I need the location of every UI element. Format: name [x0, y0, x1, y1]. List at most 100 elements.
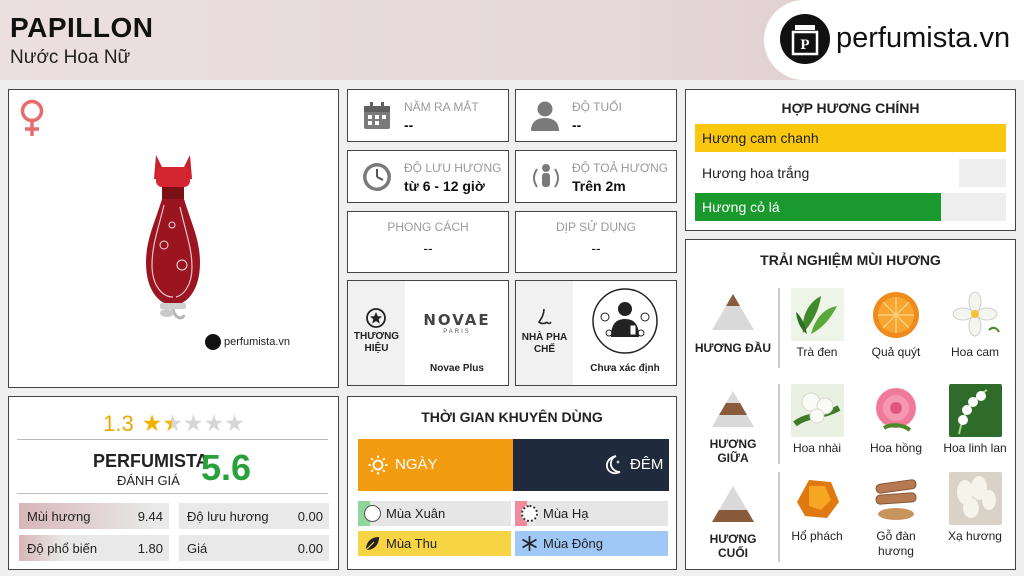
brand-label-area: THƯƠNG HIỆU: [348, 281, 405, 385]
note-label: Hổ phách: [791, 529, 843, 543]
occasion-value: --: [591, 240, 601, 256]
brand-logo[interactable]: P perfumista.vn: [764, 0, 1024, 80]
mandarin-image: [870, 288, 923, 341]
header: PAPILLON Nước Hoa Nữ P perfumista.vn: [0, 0, 1024, 80]
note-label: Quả quýt: [871, 345, 921, 359]
metric-label: Giá: [187, 541, 208, 556]
page-subtitle: Nước Hoa Nữ: [10, 47, 131, 68]
sun-icon: [368, 455, 388, 480]
moon-icon: [601, 454, 623, 481]
metric-value: 9.44: [137, 509, 163, 524]
metric-label: Độ phổ biến: [27, 541, 98, 556]
rose-image: [870, 384, 923, 437]
metric-value: 0.00: [297, 509, 323, 524]
metric-value: 0.00: [297, 541, 323, 556]
pyramid-base-icon: [710, 484, 756, 529]
main-accords-panel: HỢP HƯƠNG CHÍNH Hương cam chanh Hương ho…: [685, 89, 1016, 231]
perfumista-sublabel: ĐÁNH GIÁ: [117, 473, 180, 488]
perfumista-small-icon: [205, 334, 221, 350]
black-tea-image: [791, 288, 844, 341]
watermark: perfumista.vn: [205, 334, 290, 350]
sillage-icon: [530, 161, 562, 198]
perfumer-label: NHÀ PHA CHẾ: [521, 332, 568, 355]
notes-title: TRẢI NGHIỆM MÙI HƯƠNG: [760, 252, 941, 268]
perfume-bottle-logo-icon: P: [780, 14, 830, 64]
jasmine-image: [791, 384, 844, 437]
sillage-title: ĐỘ TOẢ HƯƠNG: [572, 161, 669, 175]
style-title: PHONG CÁCH: [387, 220, 469, 234]
launch-year-card: NĂM RA MẮT --: [347, 89, 509, 142]
note-label: Xạ hương: [948, 529, 1002, 543]
amber-image: [791, 472, 844, 525]
perfumer-card[interactable]: NHÀ PHA CHẾ Chưa xác định: [515, 280, 677, 386]
metric-label: Mùi hương: [27, 509, 91, 524]
age-title: ĐỘ TUỔI: [572, 100, 622, 114]
logo-text: perfumista.vn: [836, 22, 1011, 54]
star-icon[interactable]: ★: [183, 410, 204, 436]
note-label: Hoa cam: [950, 345, 1000, 359]
night-segment: ĐÊM: [513, 439, 669, 491]
launch-year-value: --: [404, 117, 414, 133]
season-autumn: Mùa Thu: [358, 531, 511, 556]
day-label: NGÀY: [395, 456, 438, 473]
snowflake-icon: [521, 535, 538, 552]
star-badge-icon: [366, 308, 386, 333]
accord-label: Hương cam chanh: [702, 130, 819, 146]
star-rating[interactable]: ★★★★★: [142, 412, 245, 436]
season-spring: Mùa Xuân: [358, 501, 511, 526]
accords-title: HỢP HƯƠNG CHÍNH: [781, 100, 920, 116]
page-title: PAPILLON: [10, 12, 154, 43]
season-label: Mùa Xuân: [386, 506, 446, 521]
user-rating[interactable]: 1.3 ★★★★★: [9, 411, 339, 437]
perfumista-label: PERFUMISTA: [93, 451, 209, 471]
season-label: Mùa Đông: [543, 536, 603, 551]
season-label: Mùa Thu: [386, 536, 438, 551]
star-icon[interactable]: ★: [224, 410, 245, 436]
divider: [17, 493, 328, 494]
launch-year-title: NĂM RA MẮT: [404, 100, 479, 114]
season-label: Mùa Hạ: [543, 506, 589, 521]
brand-card[interactable]: THƯƠNG HIỆU NOVAE PARIS Novae Plus: [347, 280, 509, 386]
sandalwood-image: [870, 472, 923, 525]
metric-bar: Mùi hương 9.44: [19, 503, 169, 529]
note-label: Trà đen: [796, 345, 838, 359]
brand-logo-image: NOVAE PARIS: [405, 283, 509, 357]
lily-of-the-valley-image: [949, 384, 1002, 437]
spring-flower-icon: [364, 505, 381, 522]
perfumer-label-area: NHÀ PHA CHẾ: [516, 281, 573, 385]
tier-label: HƯƠNG ĐẦU: [694, 341, 772, 355]
metric-bar: Độ lưu hương 0.00: [179, 503, 329, 529]
night-label: ĐÊM: [630, 456, 664, 473]
day-segment: NGÀY: [358, 439, 513, 491]
note-label: Hoa nhài: [792, 441, 842, 455]
autumn-leaf-icon: [364, 535, 381, 552]
notes-panel: TRẢI NGHIỆM MÙI HƯƠNG HƯƠNG ĐẦU Trà đen …: [685, 239, 1016, 570]
age-card: ĐỘ TUỔI --: [515, 89, 677, 142]
product-image: [134, 145, 214, 330]
star-icon[interactable]: ★: [204, 410, 225, 436]
brand-logo-text: NOVAE: [423, 311, 491, 329]
day-night-bar: NGÀY ĐÊM: [358, 439, 669, 491]
metric-label: Độ lưu hương: [187, 509, 269, 524]
clock-icon: [362, 162, 392, 197]
season-summer: Mùa Hạ: [515, 501, 668, 526]
metric-bar: Giá 0.00: [179, 535, 329, 561]
occasion-card: DỊP SỬ DỤNG --: [515, 211, 677, 273]
perfumer-name: Chưa xác định: [590, 363, 660, 374]
musk-image: [949, 472, 1002, 525]
note-label: Hoa linh lan: [943, 441, 1007, 455]
metric-value: 1.80: [137, 541, 163, 556]
star-icon[interactable]: ★: [162, 410, 183, 436]
star-icon[interactable]: ★: [142, 410, 163, 436]
longevity-title: ĐỘ LƯU HƯƠNG: [404, 161, 502, 175]
sillage-card: ĐỘ TOẢ HƯƠNG Trên 2m: [515, 150, 677, 203]
season-winter: Mùa Đông: [515, 531, 668, 556]
watermark-text: perfumista.vn: [224, 336, 291, 348]
pyramid-top-icon: [710, 292, 756, 337]
orange-blossom-image: [949, 288, 1002, 341]
divider: [778, 384, 780, 464]
accord-label: Hương cỏ lá: [702, 199, 780, 215]
metric-bar: Độ phổ biến 1.80: [19, 535, 169, 561]
perfumer-avatar-icon: [591, 287, 659, 360]
divider: [17, 439, 328, 440]
